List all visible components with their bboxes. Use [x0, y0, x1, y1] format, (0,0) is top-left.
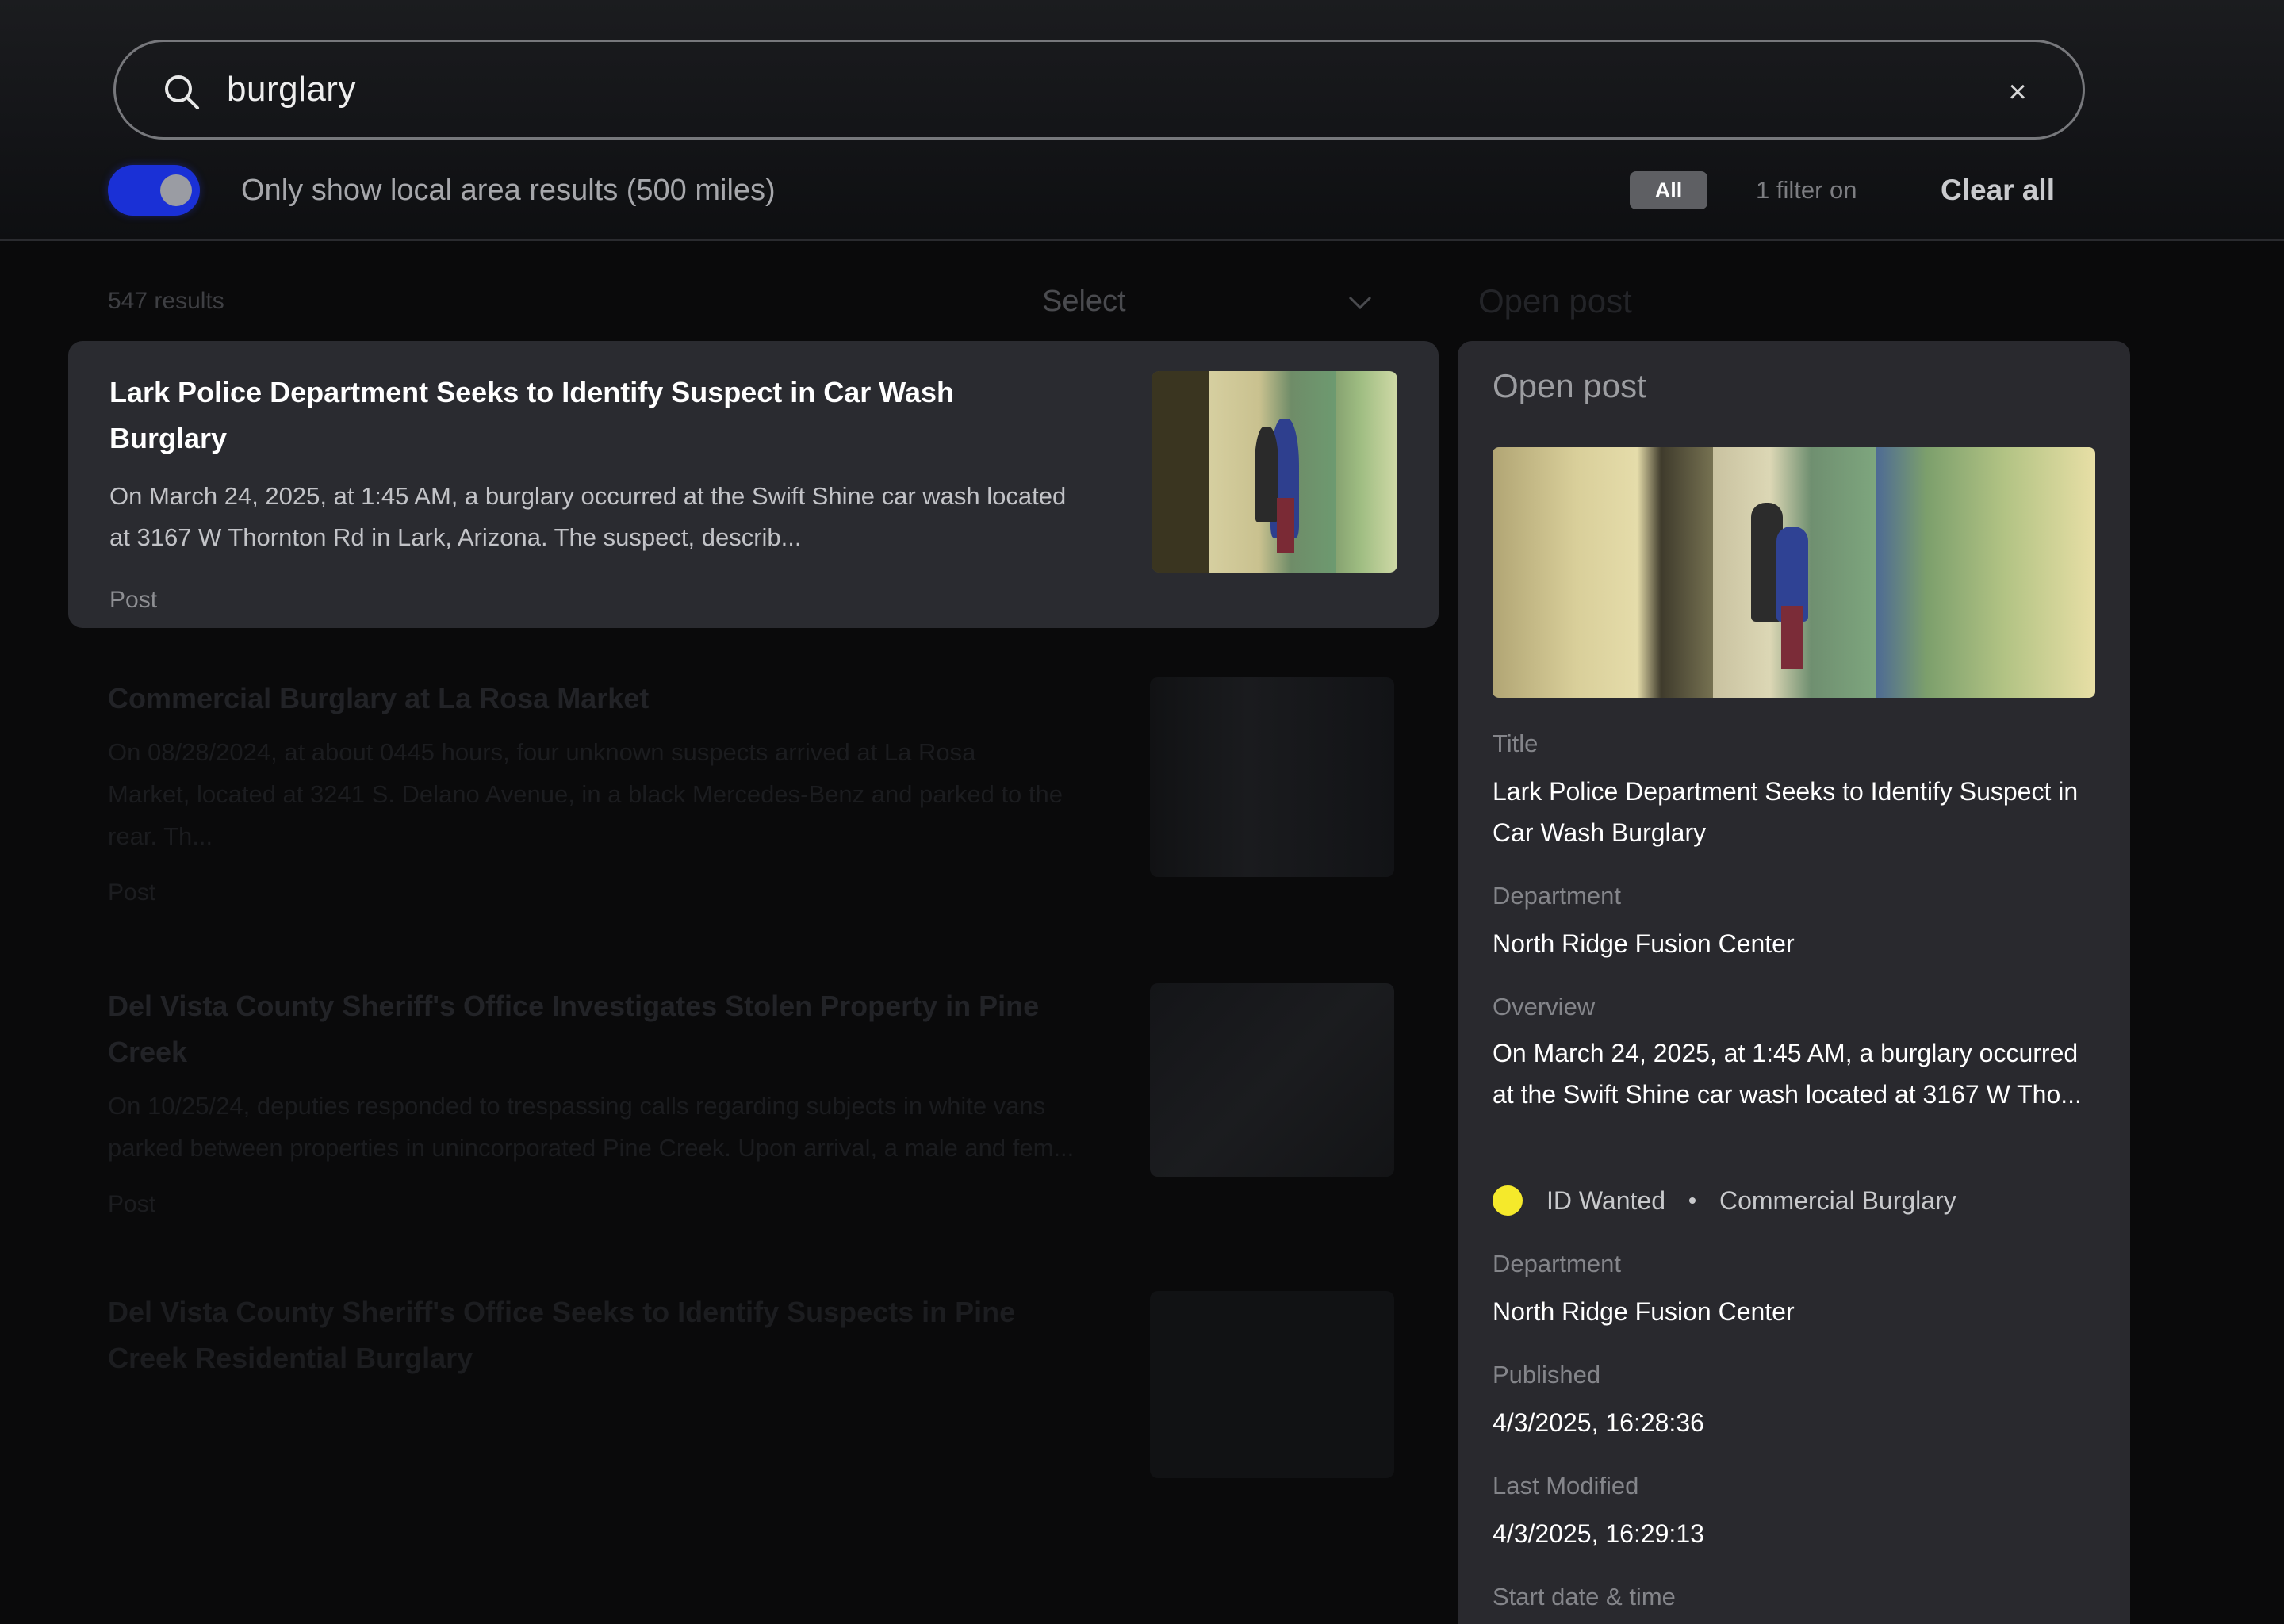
title-value: Lark Police Department Seeks to Identify… — [1493, 777, 2079, 847]
status-dot-icon — [1493, 1185, 1523, 1216]
result-description: On March 24, 2025, at 1:45 AM, a burglar… — [109, 482, 1067, 551]
result-thumbnail — [1150, 983, 1394, 1177]
filter-chip-all[interactable]: All — [1630, 171, 1707, 209]
result-description: On 08/28/2024, at about 0445 hours, four… — [108, 738, 1063, 850]
list-item[interactable]: Commercial Burglary at La Rosa Market On… — [108, 676, 1091, 910]
panel-heading: Open post — [1493, 367, 1646, 404]
open-post-panel: Open post Title Lark Police Department S… — [1458, 341, 2130, 1624]
search-input[interactable]: burglary — [227, 64, 356, 115]
post-image-center — [1713, 447, 1876, 698]
sort-select[interactable]: Select — [1042, 282, 1126, 320]
published-label: Published — [1493, 1361, 1601, 1388]
results-count: 547 results — [108, 288, 224, 314]
title-label: Title — [1493, 730, 1539, 757]
tag-separator — [1688, 1197, 1696, 1204]
tag-id-wanted: ID Wanted — [1546, 1186, 1665, 1215]
result-title[interactable]: Del Vista County Sheriff's Office Seeks … — [108, 1289, 1091, 1381]
result-thumbnail — [1150, 677, 1394, 877]
last-modified-value: 4/3/2025, 16:29:13 — [1493, 1519, 1704, 1548]
result-card-selected[interactable]: Lark Police Department Seeks to Identify… — [68, 341, 1439, 628]
result-title[interactable]: Commercial Burglary at La Rosa Market — [108, 676, 1091, 722]
chevron-down-icon[interactable] — [1347, 289, 1374, 316]
start-date-label: Start date & time — [1493, 1583, 1676, 1611]
local-results-toggle[interactable] — [108, 165, 200, 216]
department-label: Department — [1493, 882, 1621, 910]
tag-commercial-burglary: Commercial Burglary — [1719, 1186, 1956, 1215]
result-type: Post — [109, 587, 158, 613]
list-item[interactable]: Del Vista County Sheriff's Office Seeks … — [108, 1289, 1091, 1381]
clear-search-icon[interactable]: × — [1994, 68, 2041, 116]
local-results-label: Only show local area results (500 miles) — [241, 174, 776, 207]
department-value: North Ridge Fusion Center — [1493, 929, 1795, 958]
clear-all-button[interactable]: Clear all — [1941, 170, 2055, 211]
post-image — [1493, 447, 2095, 698]
result-title[interactable]: Del Vista County Sheriff's Office Invest… — [108, 983, 1091, 1075]
list-item[interactable]: Del Vista County Sheriff's Office Invest… — [108, 983, 1091, 1221]
overview-value: On March 24, 2025, at 1:45 AM, a burglar… — [1493, 1039, 2082, 1109]
overview-label: Overview — [1493, 993, 1596, 1021]
open-post-heading: Open post — [1478, 282, 1632, 320]
search-icon — [165, 75, 199, 109]
search-bar[interactable]: burglary × — [113, 40, 2085, 140]
result-type: Post — [108, 1191, 156, 1217]
search-header: burglary × Only show local area results … — [0, 0, 2284, 241]
department-value: North Ridge Fusion Center — [1493, 1297, 1795, 1326]
post-tags: ID Wanted Commercial Burglary — [1493, 1178, 1956, 1223]
last-modified-label: Last Modified — [1493, 1472, 1639, 1500]
published-value: 4/3/2025, 16:28:36 — [1493, 1408, 1704, 1437]
department-label: Department — [1493, 1250, 1621, 1277]
result-thumbnail — [1150, 1291, 1394, 1478]
result-description: On 10/25/24, deputies responded to tresp… — [108, 1092, 1075, 1162]
result-type: Post — [108, 879, 156, 906]
filter-count: 1 filter on — [1756, 176, 1857, 204]
toggle-knob — [160, 174, 192, 206]
result-title[interactable]: Lark Police Department Seeks to Identify… — [109, 370, 1061, 462]
result-thumbnail — [1152, 371, 1397, 573]
